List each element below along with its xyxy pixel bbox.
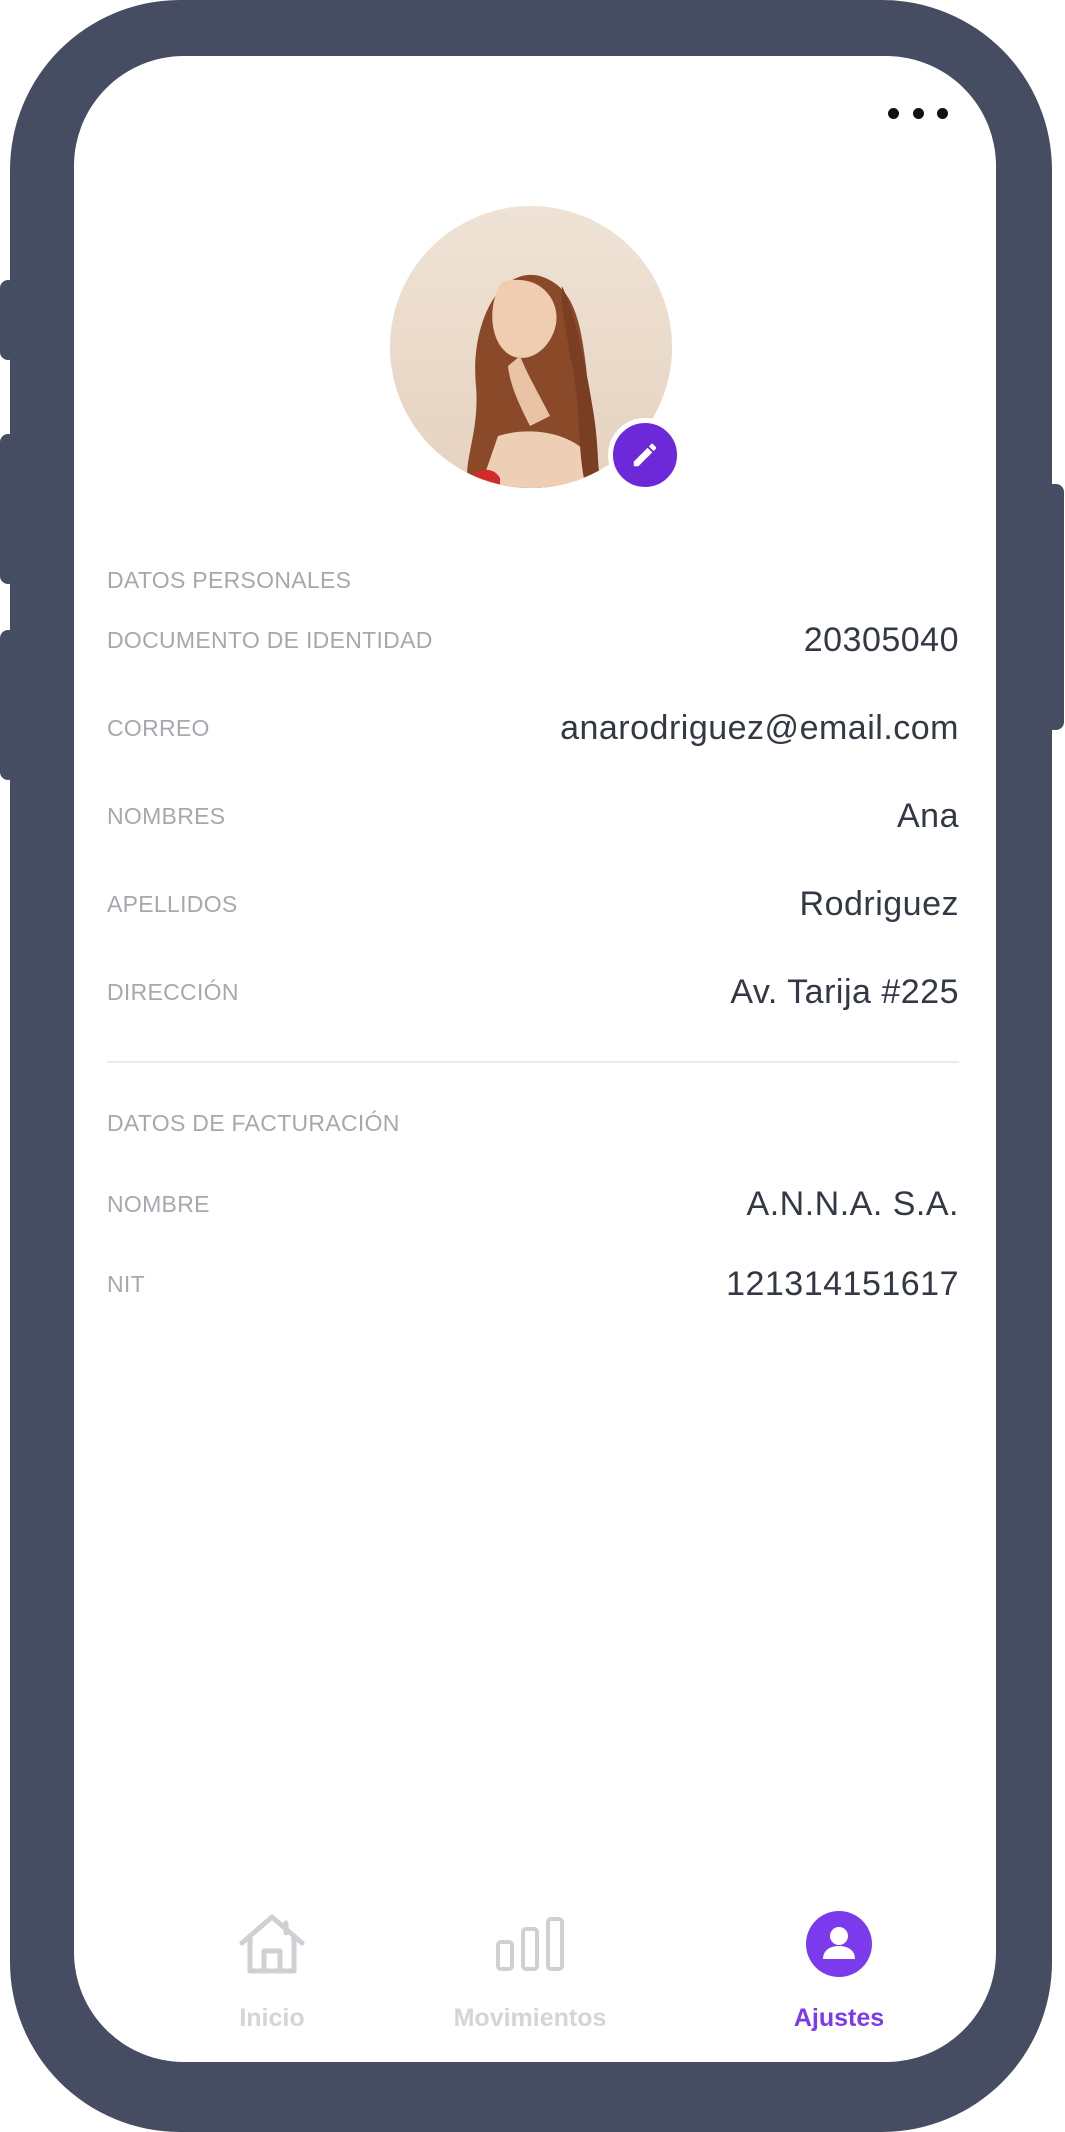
home-icon [239,1914,305,1974]
field-row-id: DOCUMENTO DE IDENTIDAD 20305040 [107,610,959,670]
field-row-address: DIRECCIÓN Av. Tarija #225 [107,962,959,1022]
user-circle-icon [806,1911,872,1977]
more-dot [912,107,924,119]
nav-label: Inicio [239,2004,305,2032]
field-label: DOCUMENTO DE IDENTIDAD [107,626,433,653]
nav-label: Movimientos [453,2004,607,2032]
more-options-button[interactable] [888,98,948,128]
field-value: A.N.N.A. S.A. [746,1184,959,1223]
side-button-mute [0,280,16,360]
field-row-last-name: APELLIDOS Rodriguez [107,874,959,934]
bottom-navigation: Inicio Movimientos Ajustes [74,1904,996,2044]
field-row-billing-name: NOMBRE A.N.N.A. S.A. [107,1174,959,1234]
field-value: anarodriguez@email.com [560,708,959,747]
nav-label: Ajustes [793,2004,885,2032]
field-label: NOMBRE [107,1190,210,1217]
personal-data-title: DATOS PERSONALES [107,567,352,593]
more-horizontal-icon [888,107,899,119]
app-screen: DATOS PERSONALES DOCUMENTO DE IDENTIDAD … [74,56,996,2062]
nav-item-movimientos[interactable]: Movimientos [430,1904,630,2033]
edit-photo-button[interactable] [608,418,682,492]
bar-chart-icon [496,1917,564,1971]
side-button-volume-up [0,434,16,584]
field-label: DIRECCIÓN [107,978,239,1005]
field-label: APELLIDOS [107,890,238,917]
section-divider [107,1061,959,1063]
side-button-volume-down [0,630,16,780]
field-row-first-name: NOMBRES Ana [107,786,959,846]
field-label: NOMBRES [107,802,226,829]
field-value: Av. Tarija #225 [730,972,959,1011]
field-value: 121314151617 [726,1264,959,1303]
billing-data-title: DATOS DE FACTURACIÓN [107,1110,400,1136]
more-dot [937,107,948,119]
nav-item-inicio[interactable]: Inicio [207,1904,337,2033]
pencil-icon [633,443,657,467]
field-label: CORREO [107,714,210,741]
field-value: Rodriguez [799,884,959,923]
field-value: 20305040 [803,620,959,659]
field-row-email: CORREO anarodriguez@email.com [107,698,959,758]
nav-item-ajustes[interactable]: Ajustes [774,1904,904,2033]
nav-icon-wrap [236,1904,308,1984]
nav-icon-wrap [806,1904,872,1984]
field-row-nit: NIT 121314151617 [107,1254,959,1314]
field-value: Ana [897,796,959,835]
avatar-container [390,206,682,492]
side-button-power [1046,484,1064,730]
nav-icon-wrap [495,1904,565,1984]
field-label: NIT [107,1270,145,1297]
